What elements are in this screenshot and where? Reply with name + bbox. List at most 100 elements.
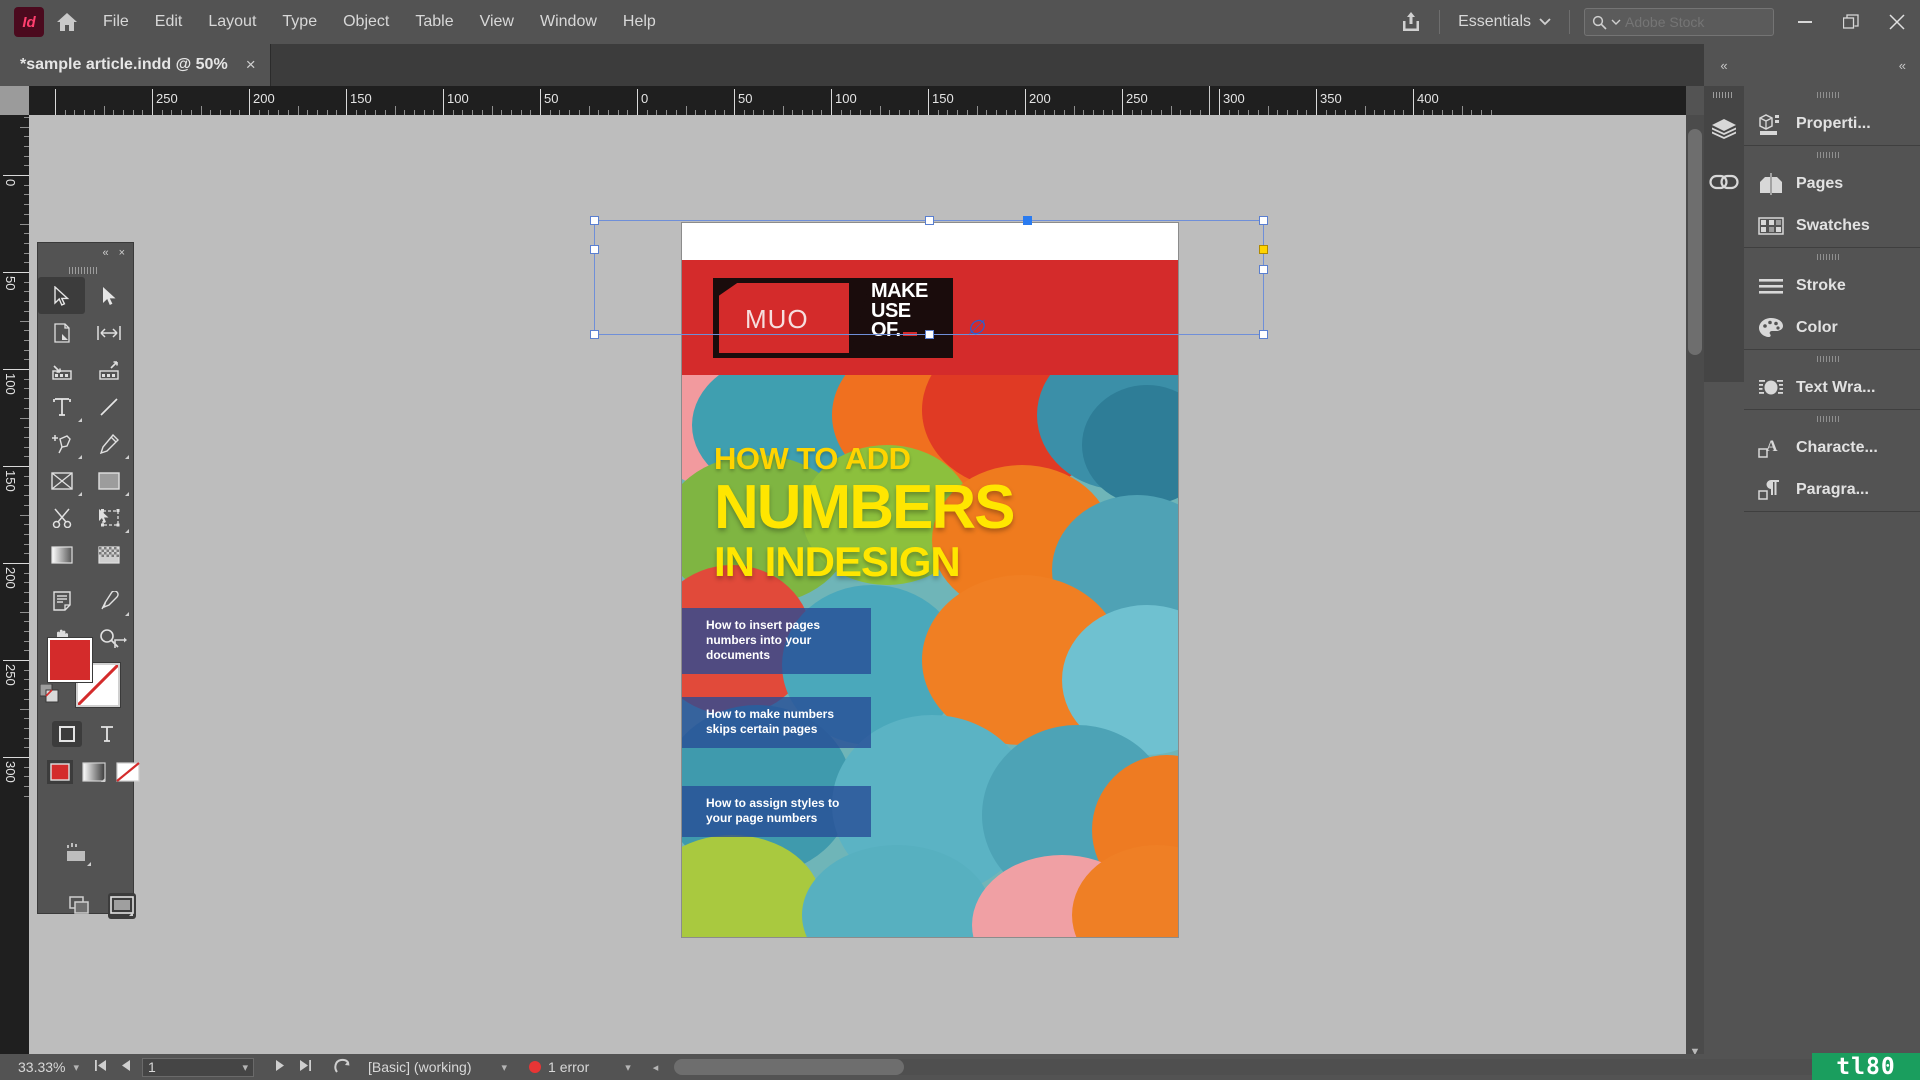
tool-flyout-indicator[interactable] (78, 418, 82, 422)
content-collector-tool[interactable] (38, 351, 85, 388)
tool-flyout-indicator[interactable] (101, 778, 105, 782)
zoom-dropdown-icon[interactable]: ▾ (73, 1061, 79, 1074)
document-tab[interactable]: *sample article.indd @ 50% × (0, 44, 271, 86)
default-fill-stroke-icon[interactable] (39, 683, 59, 703)
menu-object[interactable]: Object (330, 0, 402, 44)
preflight-profile[interactable]: [Basic] (working) (368, 1059, 471, 1075)
fill-swatch[interactable] (48, 638, 92, 682)
cover-bullet-3[interactable]: How to assign styles to your page number… (682, 786, 871, 837)
menu-layout[interactable]: Layout (195, 0, 269, 44)
home-icon[interactable] (44, 0, 90, 44)
page-number-field[interactable]: 1 ▾ (142, 1057, 255, 1077)
dock-item-character[interactable]: A Characte... (1744, 427, 1920, 469)
links-icon[interactable] (1704, 156, 1744, 208)
horizontal-scrollbar[interactable] (674, 1059, 1821, 1075)
formatting-affects-container[interactable] (52, 721, 82, 747)
preflight-dropdown-icon[interactable]: ▾ (501, 1061, 507, 1074)
dock-item-stroke[interactable]: Stroke (1744, 265, 1920, 307)
content-placer-tool[interactable] (85, 351, 132, 388)
pencil-tool[interactable] (85, 425, 132, 462)
apply-gradient-button[interactable] (80, 759, 108, 785)
canvas-vertical-scrollbar[interactable]: ▼ (1686, 115, 1704, 1060)
dock-wide-collapse-button[interactable]: « (1744, 44, 1920, 86)
previous-page-button[interactable] (114, 1059, 138, 1075)
text-frame-outport-icon[interactable]: ∅ (967, 315, 984, 340)
tool-flyout-indicator[interactable] (125, 492, 129, 496)
display-mode-row[interactable] (68, 893, 136, 919)
gradient-feather-tool[interactable] (85, 536, 132, 573)
document-canvas[interactable]: MUO MAKE USE OF. HOW TO ADD NUMBERS IN I… (29, 115, 1686, 1060)
gap-tool[interactable] (85, 314, 132, 351)
line-tool[interactable] (85, 388, 132, 425)
panel-grip-icon[interactable] (1704, 86, 1744, 104)
menu-edit[interactable]: Edit (142, 0, 196, 44)
last-page-button[interactable] (292, 1059, 319, 1075)
zoom-level[interactable]: 33.33% (18, 1059, 65, 1075)
chevron-down-icon[interactable]: ▾ (242, 1061, 248, 1074)
dock-item-color[interactable]: Color (1744, 307, 1920, 349)
apply-none-button[interactable] (114, 759, 142, 785)
layers-icon[interactable] (1704, 104, 1744, 156)
dock-narrow-collapse-button[interactable]: « (1704, 44, 1744, 86)
dock-item-properties[interactable]: Properti... (1744, 103, 1920, 145)
eyedropper-tool[interactable] (85, 582, 132, 619)
view-mode-button[interactable] (68, 893, 96, 919)
panel-grip-icon[interactable] (38, 263, 133, 277)
menu-table[interactable]: Table (402, 0, 466, 44)
error-count[interactable]: 1 error (548, 1059, 589, 1075)
selection-handle-tr[interactable] (1259, 216, 1268, 225)
panel-grip-icon[interactable] (1744, 248, 1920, 265)
collapse-icon[interactable]: « (102, 247, 108, 259)
formatting-affects-text[interactable] (92, 721, 122, 747)
status-collapse-icon[interactable]: ◂ (653, 1061, 659, 1074)
direct-selection-tool[interactable] (85, 277, 132, 314)
dock-item-swatches[interactable]: Swatches (1744, 205, 1920, 247)
next-page-button[interactable] (268, 1059, 292, 1075)
cover-bullet-1[interactable]: How to insert pages numbers into your do… (682, 608, 871, 674)
menu-type[interactable]: Type (269, 0, 330, 44)
tools-panel[interactable]: « × (38, 243, 140, 919)
tool-flyout-indicator[interactable] (78, 492, 82, 496)
horizontal-scroll-thumb[interactable] (674, 1059, 905, 1075)
free-transform-tool[interactable] (85, 499, 132, 536)
dock-item-paragraph[interactable]: Paragra... (1744, 469, 1920, 511)
selection-handle-bl[interactable] (590, 330, 599, 339)
dock-narrow[interactable] (1704, 86, 1744, 382)
vertical-scroll-thumb[interactable] (1688, 129, 1702, 355)
menu-window[interactable]: Window (527, 0, 610, 44)
page-tool[interactable] (38, 314, 85, 351)
apply-color-button[interactable] (46, 759, 74, 785)
cover-photo[interactable]: HOW TO ADD NUMBERS IN INDESIGN How to in… (682, 375, 1178, 937)
tool-flyout-indicator[interactable] (125, 529, 129, 533)
menu-file[interactable]: File (90, 0, 142, 44)
window-restore-button[interactable] (1828, 0, 1874, 44)
type-tool[interactable] (38, 388, 85, 425)
tool-flyout-indicator[interactable] (125, 612, 129, 616)
tool-flyout-indicator[interactable] (129, 912, 133, 916)
panel-grip-icon[interactable] (1744, 146, 1920, 163)
adobe-stock-search[interactable] (1584, 8, 1774, 36)
selection-handle-tl[interactable] (590, 216, 599, 225)
tool-flyout-indicator[interactable] (125, 455, 129, 459)
vertical-ruler[interactable]: 0 50 100 150 200 250 300 (0, 115, 29, 1060)
tool-flyout-indicator[interactable] (87, 862, 91, 866)
selection-handle-tc[interactable] (925, 216, 934, 225)
apply-color-row[interactable] (46, 759, 142, 785)
horizontal-ruler[interactable]: 250 200 150 100 50 0 50 100 150 200 250 300 350 400 (29, 86, 1686, 115)
fill-stroke-swatches[interactable] (39, 636, 128, 710)
normal-view-mode-button[interactable] (66, 843, 94, 869)
window-close-button[interactable] (1874, 0, 1920, 44)
note-tool[interactable] (38, 582, 85, 619)
menu-view[interactable]: View (467, 0, 527, 44)
panel-grip-icon[interactable] (1744, 86, 1920, 103)
menu-help[interactable]: Help (610, 0, 669, 44)
cover-title-block[interactable]: HOW TO ADD NUMBERS IN INDESIGN (714, 441, 1015, 583)
workspace-selector[interactable]: Essentials (1446, 7, 1563, 37)
preflight-icon[interactable] (319, 1058, 358, 1077)
swap-fill-stroke-icon[interactable] (112, 636, 128, 653)
error-dropdown-icon[interactable]: ▾ (625, 1061, 631, 1074)
search-input[interactable] (1625, 14, 1765, 30)
frame-tool[interactable] (38, 462, 85, 499)
dock-wide[interactable]: Properti... Pages Swatches Stroke Color … (1744, 86, 1920, 512)
dock-item-pages[interactable]: Pages (1744, 163, 1920, 205)
